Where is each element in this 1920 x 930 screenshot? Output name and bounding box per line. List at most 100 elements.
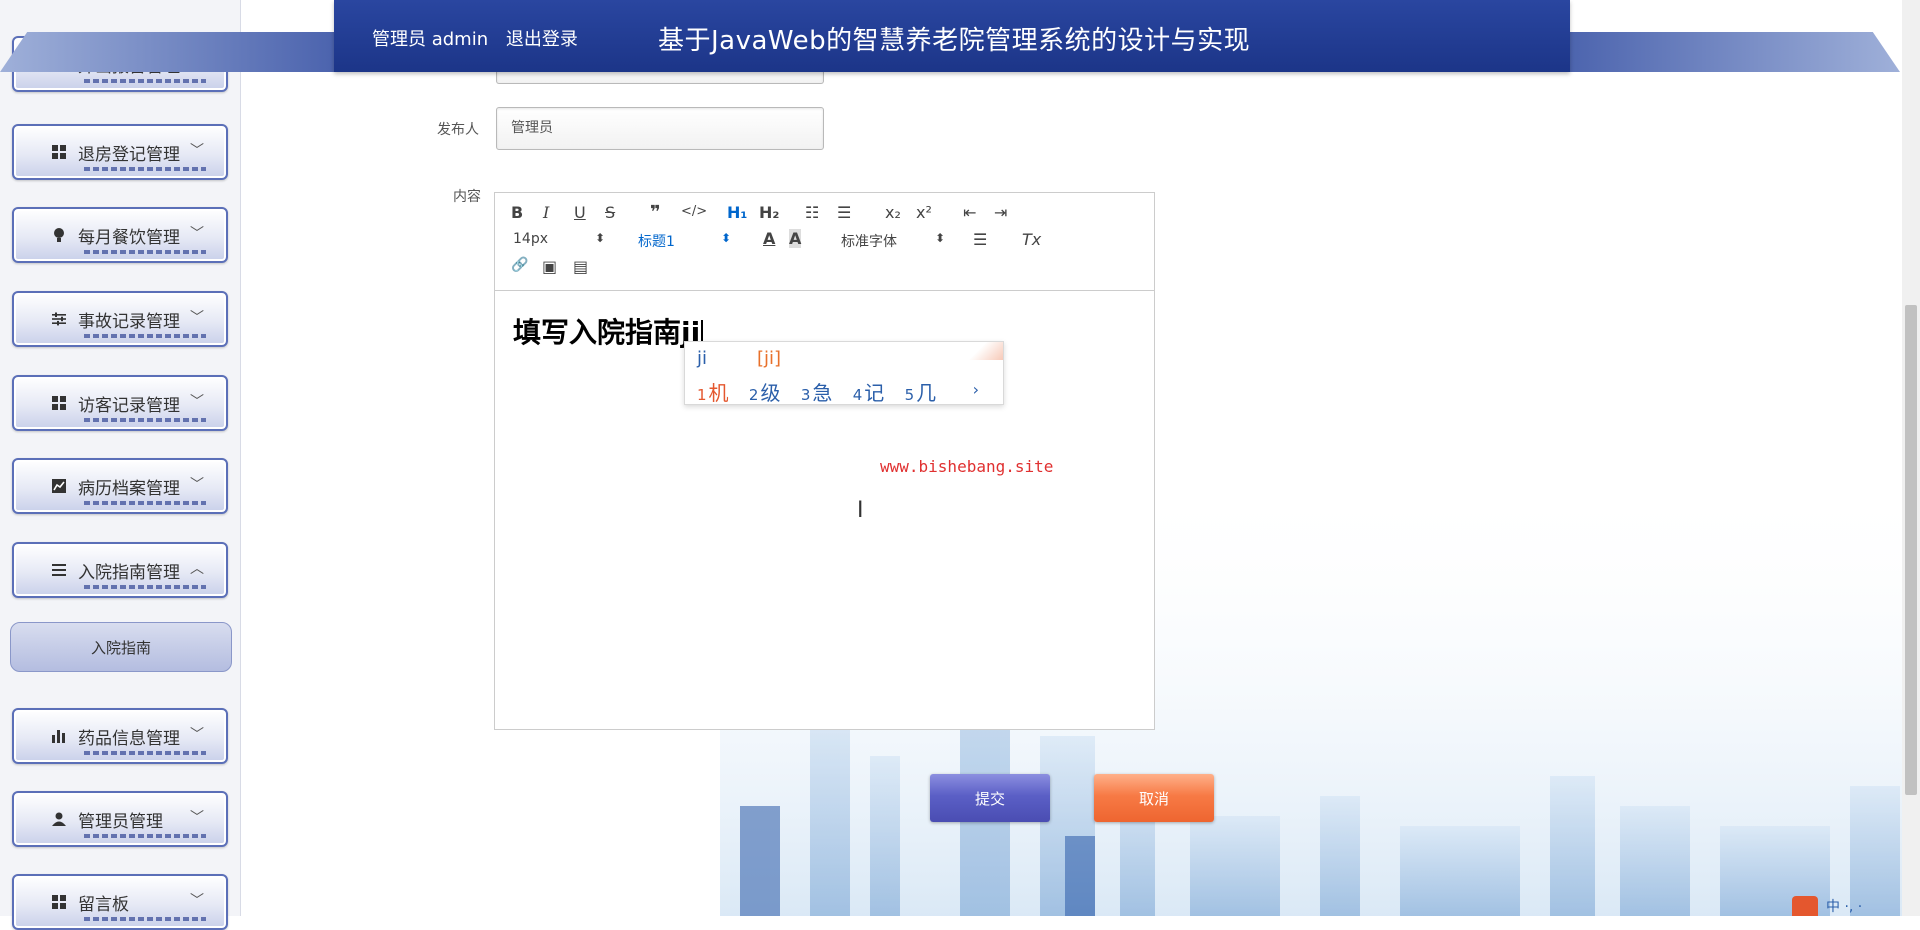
sidebar-item-visitors[interactable]: 访客记录管理 ﹀ xyxy=(12,375,228,431)
sidebar-item-admission-guide[interactable]: 入院指南管理 ︿ xyxy=(12,542,228,598)
ime-candidate[interactable]: 4记 xyxy=(853,381,885,405)
sidebar-item-label: 退房登记管理 xyxy=(78,144,180,165)
clean-format-button[interactable]: Tx xyxy=(1022,230,1041,249)
ime-candidate[interactable]: 2级 xyxy=(749,381,781,405)
sidebar-item-message-board[interactable]: 留言板 ﹀ xyxy=(12,874,228,930)
ime-candidate-window: ji [ji] 1机 2级 3急 4记 5几 › xyxy=(684,341,1004,405)
ime-status-tray[interactable]: 中 ·, · xyxy=(1792,896,1902,916)
italic-button[interactable]: I xyxy=(543,203,549,222)
ime-composition: ji xyxy=(697,348,708,369)
cancel-button[interactable]: 取消 xyxy=(1094,774,1214,822)
watermark-text: www.bishebang.site xyxy=(880,457,1054,476)
bar-chart-icon xyxy=(50,727,68,745)
top-header: 管理员 admin 退出登录 基于JavaWeb的智慧养老院管理系统的设计与实现 xyxy=(0,0,1920,72)
publisher-label: 发布人 xyxy=(437,122,479,138)
sidebar-nav: ■ 外出报备管理 ﹀ 退房登记管理 ﹀ 每月餐饮管理 ﹀ 事故记录管理 ﹀ 访客… xyxy=(0,0,241,930)
candidate-text: 急 xyxy=(812,381,833,405)
lightbulb-icon xyxy=(50,226,68,244)
scrollbar-thumb[interactable] xyxy=(1905,305,1917,795)
decorative-dots xyxy=(84,418,206,422)
decorative-dots xyxy=(84,834,206,838)
bold-button[interactable]: B xyxy=(511,203,523,222)
sidebar-item-label: 访客记录管理 xyxy=(78,395,180,416)
font-family-select[interactable]: 标准字体 xyxy=(841,231,897,251)
indent-button[interactable]: ⇥ xyxy=(994,203,1007,222)
strikethrough-button[interactable]: S xyxy=(605,203,615,222)
select-arrow-icon: ⬍ xyxy=(721,231,732,245)
candidate-text: 机 xyxy=(708,381,729,405)
ordered-list-button[interactable]: ☷ xyxy=(805,203,819,222)
candidate-text: 级 xyxy=(760,381,781,405)
sidebar-item-label: 入院指南管理 xyxy=(78,562,180,583)
sidebar-subitem-admission-guide[interactable]: 入院指南 xyxy=(10,622,232,672)
chevron-down-icon: ﹀ xyxy=(190,394,204,410)
decorative-dots xyxy=(84,751,206,755)
sidebar-item-meals[interactable]: 每月餐饮管理 ﹀ xyxy=(12,207,228,263)
select-arrow-icon: ⬍ xyxy=(595,231,606,245)
candidate-text: 几 xyxy=(916,381,937,405)
ime-candidate[interactable]: 5几 xyxy=(905,381,937,405)
editor-heading-text[interactable]: 填写入院指南ji xyxy=(513,311,704,351)
video-button[interactable]: ▤ xyxy=(573,257,588,276)
ime-candidate[interactable]: 3急 xyxy=(801,381,833,405)
header-decoration-left xyxy=(0,32,340,72)
page-title: 基于JavaWeb的智慧养老院管理系统的设计与实现 xyxy=(658,26,1251,56)
superscript-button[interactable]: x² xyxy=(916,203,932,222)
image-button[interactable]: ▣ xyxy=(542,257,557,276)
chevron-down-icon: ﹀ xyxy=(190,810,204,826)
align-button[interactable]: ☰ xyxy=(973,230,987,249)
candidate-number: 5 xyxy=(904,386,915,404)
sidebar-item-label: 管理员管理 xyxy=(78,811,163,832)
ime-candidate[interactable]: 1机 xyxy=(697,381,729,405)
text-cursor-icon: I xyxy=(857,498,864,523)
blockquote-button[interactable]: ❞ xyxy=(650,202,661,223)
link-button[interactable]: 🔗 xyxy=(511,257,528,273)
font-color-button[interactable]: A xyxy=(763,229,775,248)
grid-icon xyxy=(50,893,68,911)
current-user-label: 管理员 admin xyxy=(372,29,489,50)
background-color-button[interactable]: A xyxy=(789,229,802,248)
chevron-up-icon: ︿ xyxy=(190,561,204,577)
candidate-number: 1 xyxy=(697,386,707,404)
header-select[interactable]: 标题1 xyxy=(638,231,675,251)
ime-next-page-icon[interactable]: › xyxy=(973,380,979,399)
sidebar-item-admins[interactable]: 管理员管理 ﹀ xyxy=(12,791,228,847)
sidebar-item-label: 每月餐饮管理 xyxy=(78,227,180,248)
editor-toolbar: B I U S ❞ </> H₁ H₂ ☷ ☰ x₂ x² ⇤ ⇥ 14px ⬍… xyxy=(495,193,1154,291)
select-arrow-icon: ⬍ xyxy=(935,231,946,245)
bullet-list-button[interactable]: ☰ xyxy=(837,203,851,222)
logout-link[interactable]: 退出登录 xyxy=(506,29,578,50)
h1-button[interactable]: H₁ xyxy=(727,203,747,222)
outdent-button[interactable]: ⇤ xyxy=(963,203,976,222)
decorative-dots xyxy=(84,585,206,589)
user-icon xyxy=(50,810,68,828)
grid-icon xyxy=(50,394,68,412)
sidebar-item-medicine[interactable]: 药品信息管理 ﹀ xyxy=(12,708,228,764)
candidate-number: 2 xyxy=(748,386,759,404)
h2-button[interactable]: H₂ xyxy=(759,203,779,222)
sidebar-item-accidents[interactable]: 事故记录管理 ﹀ xyxy=(12,291,228,347)
underline-button[interactable]: U xyxy=(574,203,586,222)
chart-icon xyxy=(50,477,68,495)
chevron-down-icon: ﹀ xyxy=(190,226,204,242)
decorative-dots xyxy=(84,917,206,921)
submit-button[interactable]: 提交 xyxy=(930,774,1050,822)
grid-icon xyxy=(50,143,68,161)
subscript-button[interactable]: x₂ xyxy=(885,203,901,222)
code-block-button[interactable]: </> xyxy=(681,204,707,219)
sliders-icon xyxy=(50,310,68,328)
chevron-down-icon: ﹀ xyxy=(190,310,204,326)
sidebar-item-checkout[interactable]: 退房登记管理 ﹀ xyxy=(12,124,228,180)
chevron-down-icon: ﹀ xyxy=(190,893,204,909)
decorative-dots xyxy=(84,501,206,505)
ime-pinyin: [ji] xyxy=(757,348,782,369)
vertical-scrollbar[interactable] xyxy=(1902,0,1920,916)
sogou-ime-icon xyxy=(1792,896,1818,916)
candidate-number: 4 xyxy=(852,386,863,404)
sidebar-item-label: 留言板 xyxy=(78,894,129,915)
font-size-select[interactable]: 14px xyxy=(513,231,548,247)
sidebar-item-medical-records[interactable]: 病历档案管理 ﹀ xyxy=(12,458,228,514)
publisher-input[interactable]: 管理员 xyxy=(496,107,824,150)
decorative-dots xyxy=(84,334,206,338)
chevron-down-icon: ﹀ xyxy=(190,477,204,493)
